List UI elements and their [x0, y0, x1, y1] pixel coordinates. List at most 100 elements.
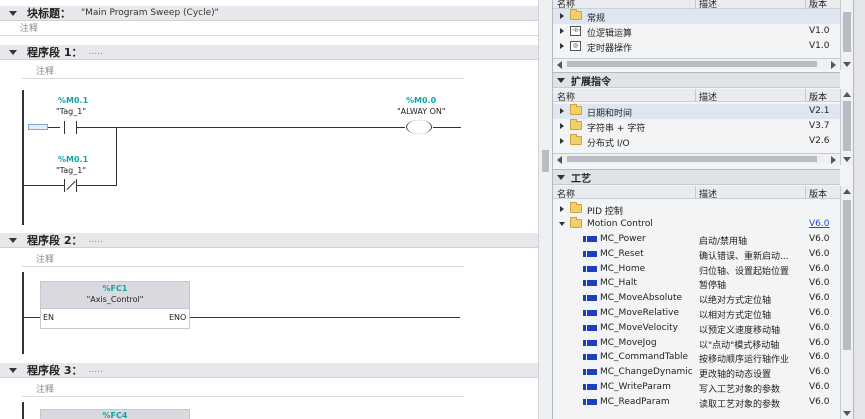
contact-2-left-bar[interactable]: [64, 179, 65, 192]
collapse-arrow-icon[interactable]: [559, 222, 565, 226]
scrollbar-thumb[interactable]: [542, 150, 549, 172]
tech-vertical-scrollbar[interactable]: [840, 186, 853, 419]
basic-item-timers[interactable]: ◎ 定时器操作 V1.0: [553, 39, 840, 54]
scroll-left-icon[interactable]: [557, 61, 562, 69]
network-2-header[interactable]: 程序段 2： .....: [0, 233, 538, 248]
instruction-row[interactable]: MC_MoveVelocity 以预定义速度移动轴 V6.0: [553, 321, 840, 336]
expand-arrow-icon[interactable]: [560, 13, 564, 19]
collapse-triangle-icon[interactable]: [9, 10, 17, 16]
ladder-editor[interactable]: 块标题： "Main Program Sweep (Cycle)" 注释 程序段…: [0, 0, 538, 419]
contact-1-address[interactable]: %M0.1: [58, 96, 88, 105]
scroll-left-icon[interactable]: [557, 156, 562, 164]
scrollbar-thumb[interactable]: [843, 12, 851, 52]
collapse-triangle-icon[interactable]: [557, 77, 565, 83]
rung-wire: [190, 317, 460, 318]
basic-item-general[interactable]: 常规: [553, 9, 840, 24]
contact-2-address[interactable]: %M0.1: [58, 155, 88, 164]
fc4-block[interactable]: %FC4: [40, 409, 190, 419]
network-2-comment[interactable]: 注释: [22, 253, 464, 267]
instruction-row[interactable]: MC_MoveAbsolute 以绝对方式定位轴 V6.0: [553, 291, 840, 306]
extended-item-date-time[interactable]: 日期和时间 V2.1: [553, 104, 840, 119]
basic-vertical-scrollbar[interactable]: [840, 0, 853, 70]
contact-2-tag[interactable]: "Tag_1": [56, 166, 86, 175]
editor-vertical-scrollbar[interactable]: [538, 0, 552, 419]
scroll-right-icon[interactable]: [831, 156, 836, 164]
network-1-header[interactable]: 程序段 1： .....: [0, 45, 538, 60]
instruction-row[interactable]: MC_ChangeDynamic 更改轴的动态设置 V6.0: [553, 365, 840, 380]
instruction-row[interactable]: MC_Home 归位轴、设置起始位置 V6.0: [553, 262, 840, 277]
instruction-row[interactable]: MC_Reset 确认错误、重新启动... V6.0: [553, 247, 840, 262]
col-name[interactable]: 名称: [557, 187, 575, 200]
basic-item-bit-logic[interactable]: ⊣⊢ 位逻辑运算 V1.0: [553, 24, 840, 39]
expand-arrow-icon[interactable]: [560, 206, 564, 212]
block-title-value[interactable]: "Main Program Sweep (Cycle)": [81, 8, 219, 18]
scroll-down-icon[interactable]: [843, 411, 851, 416]
network-3-comment[interactable]: 注释: [22, 383, 464, 397]
fc1-block[interactable]: %FC1 "Axis_Control": [40, 281, 190, 309]
fc1-block-body[interactable]: [40, 309, 190, 329]
expand-arrow-icon[interactable]: [560, 138, 564, 144]
network-3-title[interactable]: .....: [88, 365, 102, 375]
network-2-title[interactable]: .....: [88, 235, 102, 245]
expand-arrow-icon[interactable]: [560, 28, 564, 34]
instruction-row[interactable]: MC_Halt 暂停轴 V6.0: [553, 276, 840, 291]
tech-folder-pid[interactable]: PID 控制: [553, 202, 840, 217]
tech-folder-motion-control[interactable]: Motion Control V6.0: [553, 217, 840, 232]
instruction-row[interactable]: MC_Power 启动/禁用轴 V6.0: [553, 232, 840, 247]
extended-item-string[interactable]: 字符串 + 字符 V3.7: [553, 119, 840, 134]
instruction-row[interactable]: MC_CommandTable 按移动顺序运行轴作业 V6.0: [553, 350, 840, 365]
scroll-up-icon[interactable]: [843, 189, 851, 194]
collapse-triangle-icon[interactable]: [557, 174, 565, 180]
extended-horizontal-scrollbar[interactable]: [553, 153, 840, 164]
extended-item-distributed-io[interactable]: 分布式 I/O V2.6: [553, 134, 840, 149]
scrollbar-thumb[interactable]: [567, 156, 817, 162]
tech-column-header: 名称 描述 版本: [553, 186, 840, 200]
collapse-triangle-icon[interactable]: [9, 367, 17, 373]
tech-pane-header[interactable]: 工艺: [553, 169, 840, 185]
collapse-triangle-icon[interactable]: [9, 237, 17, 243]
extended-vertical-scrollbar[interactable]: [840, 89, 853, 165]
expand-arrow-icon[interactable]: [560, 43, 564, 49]
coil-address[interactable]: %M0.0: [406, 96, 436, 105]
block-comment[interactable]: 注释: [0, 22, 538, 36]
block-title-header[interactable]: 块标题： "Main Program Sweep (Cycle)": [0, 6, 538, 21]
instruction-row[interactable]: MC_MoveRelative 以相对方式定位轴 V6.0: [553, 306, 840, 321]
instruction-row[interactable]: MC_ReadParam 读取工艺对象的参数 V6.0: [553, 395, 840, 410]
instruction-icon: [583, 398, 597, 405]
instruction-row[interactable]: MC_MoveJog 以"点动"模式移动轴 V6.0: [553, 336, 840, 351]
scrollbar-thumb[interactable]: [843, 101, 851, 151]
network-1-comment[interactable]: 注释: [22, 65, 464, 79]
instruction-row[interactable]: MC_WriteParam 写入工艺对象的参数 V6.0: [553, 380, 840, 395]
col-name[interactable]: 名称: [557, 90, 575, 103]
fc1-name[interactable]: "Axis_Control": [41, 295, 189, 304]
scroll-down-icon[interactable]: [843, 157, 851, 162]
folder-icon: [570, 9, 582, 20]
network-1-title[interactable]: .....: [88, 47, 102, 57]
rung-selection-marker[interactable]: [28, 124, 48, 130]
scroll-down-icon[interactable]: [843, 62, 851, 67]
col-version[interactable]: 版本: [809, 187, 827, 200]
version-link[interactable]: V6.0: [809, 219, 829, 229]
expand-arrow-icon[interactable]: [560, 123, 564, 129]
col-desc[interactable]: 描述: [699, 90, 717, 103]
extended-pane-header[interactable]: 扩展指令: [553, 72, 840, 88]
scroll-right-icon[interactable]: [831, 61, 836, 69]
instruction-version: V6.0: [809, 382, 830, 392]
coil-symbol[interactable]: [406, 120, 432, 134]
fc1-eno-pin[interactable]: ENO: [169, 313, 186, 322]
network-3-header[interactable]: 程序段 3： .....: [0, 363, 538, 378]
fc1-en-pin[interactable]: EN: [43, 313, 54, 322]
contact-1-left-bar[interactable]: [64, 121, 65, 134]
contact-1-tag[interactable]: "Tag_1": [56, 107, 86, 116]
instruction-desc: 启动/禁用轴: [699, 237, 748, 247]
collapse-triangle-icon[interactable]: [9, 49, 17, 55]
folder-icon: [570, 202, 582, 213]
col-version[interactable]: 版本: [809, 90, 827, 103]
scroll-up-icon[interactable]: [843, 92, 851, 97]
expand-arrow-icon[interactable]: [560, 108, 564, 114]
coil-tag[interactable]: "ALWAY ON": [397, 107, 446, 116]
basic-horizontal-scrollbar[interactable]: [553, 58, 840, 69]
col-desc[interactable]: 描述: [699, 187, 717, 200]
scrollbar-thumb[interactable]: [567, 61, 817, 67]
scrollbar-thumb[interactable]: [843, 200, 851, 350]
